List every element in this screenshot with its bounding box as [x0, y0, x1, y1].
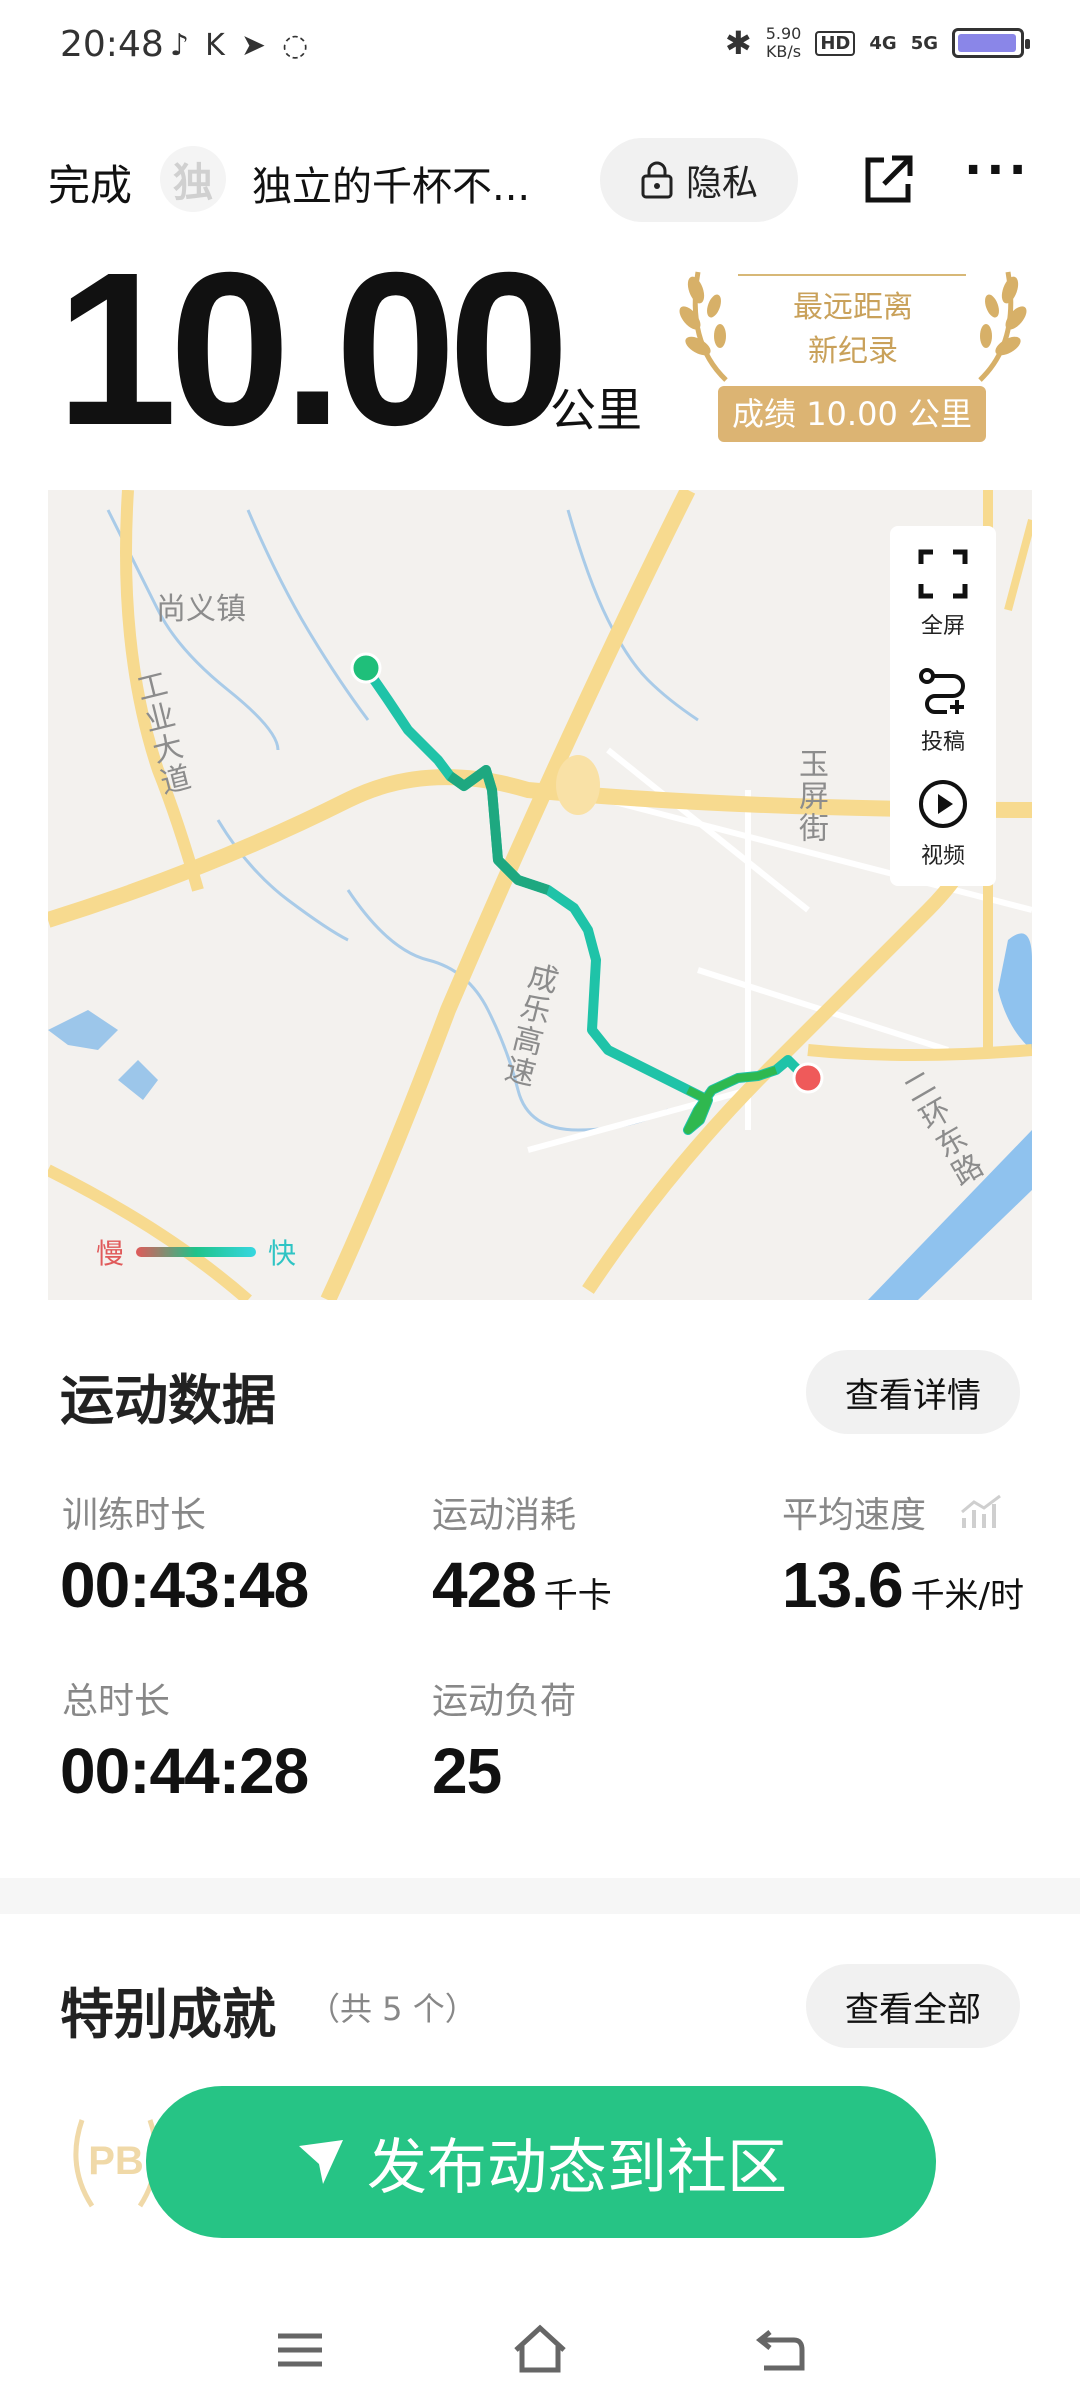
route-map[interactable]: 尚义镇 工业大道 玉屏街 成乐高速 二环东路 全屏 投稿 视频 慢 快: [48, 490, 1032, 1300]
stat-label-training-time: 训练时长: [62, 1495, 207, 1536]
video-button[interactable]: 视频: [890, 778, 996, 870]
status-right-icons: ✱ 5.90 KB/s HD 4G 5G: [724, 24, 1030, 62]
avatar[interactable]: 独: [160, 146, 226, 212]
stat-label-calories: 运动消耗: [432, 1495, 577, 1536]
k-app-icon: K: [205, 28, 225, 63]
publish-to-community-button[interactable]: 发布动态到社区: [146, 2086, 936, 2238]
publish-label: 发布动态到社区: [367, 2132, 787, 2203]
battery-icon: [952, 28, 1030, 58]
stat-value-total-time: 00:44:28: [60, 1735, 309, 1807]
stat-value-training-time: 00:43:48: [60, 1549, 309, 1621]
net-speed: 5.90 KB/s: [765, 24, 802, 61]
chart-trend-icon[interactable]: [960, 1494, 1002, 1530]
chat-icon: ◌: [281, 28, 309, 63]
view-details-button[interactable]: 查看详情: [806, 1350, 1020, 1434]
submit-button[interactable]: 投稿: [890, 664, 996, 756]
sport-data-title: 运动数据: [60, 1369, 276, 1432]
back-icon[interactable]: [750, 2320, 810, 2380]
system-nav-bar: [0, 2300, 1080, 2404]
menu-icon[interactable]: [270, 2320, 330, 2380]
map-label-street: 玉屏街: [793, 748, 828, 844]
app-notification-icon: ♪: [170, 28, 190, 63]
achievements-title: 特别成就: [60, 1983, 276, 2046]
map-label-town: 尚义镇: [156, 592, 246, 627]
lock-icon: [641, 161, 673, 199]
stat-label-avg-speed: 平均速度: [782, 1495, 927, 1536]
speed-legend: 慢 快: [96, 1232, 296, 1272]
fullscreen-button[interactable]: 全屏: [890, 548, 996, 640]
stat-label-total-time: 总时长: [62, 1681, 171, 1722]
username[interactable]: 独立的千杯不...: [252, 154, 552, 212]
status-bar: 20:48 ♪ K ➤ ◌ ✱ 5.90 KB/s HD 4G 5G: [0, 0, 1080, 96]
award-title: 最远距离 新纪录: [793, 290, 913, 369]
stat-value-load: 25: [432, 1735, 502, 1807]
route-start-marker: [350, 652, 382, 684]
privacy-label: 隐私: [685, 163, 758, 204]
stat-label-load: 运动负荷: [432, 1681, 577, 1722]
privacy-button[interactable]: 隐私: [600, 138, 798, 222]
legend-gradient-bar: [136, 1247, 257, 1257]
share-icon[interactable]: [860, 152, 916, 208]
stat-value-avg-speed: 13.6 千米/时: [782, 1549, 1025, 1621]
section-divider: [0, 1878, 1080, 1914]
record-award: 最远距离 新纪录 成绩 10.00 公里: [676, 256, 1030, 456]
map-tools-panel: 全屏 投稿 视频: [890, 526, 996, 886]
send-arrow-icon: [299, 2140, 343, 2184]
fullscreen-icon: [918, 549, 968, 599]
legend-slow: 慢: [96, 1237, 125, 1270]
home-icon[interactable]: [510, 2320, 570, 2380]
notification-icons: ♪ K ➤ ◌: [170, 28, 308, 63]
award-divider: [738, 274, 966, 276]
done-button[interactable]: 完成: [48, 152, 132, 213]
signal-4g-icon: 4G: [869, 32, 897, 54]
bluetooth-icon: ✱: [724, 24, 752, 62]
distance-value: 10.00: [56, 228, 570, 471]
more-icon[interactable]: ···: [964, 146, 1027, 210]
route-submit-icon: [919, 668, 965, 714]
send-icon: ➤: [240, 28, 266, 63]
play-icon: [919, 780, 967, 828]
top-bar: 完成 独 独立的千杯不... 隐私 ···: [0, 130, 1080, 230]
hd-icon: HD: [815, 30, 856, 56]
signal-5g-icon: 5G: [910, 32, 938, 54]
achievements-count: （共 5 个）: [308, 1990, 477, 2028]
status-time: 20:48: [60, 24, 164, 65]
route-end-marker: [792, 1062, 824, 1094]
svg-text:PB: PB: [88, 2139, 144, 2183]
award-score-badge: 成绩 10.00 公里: [718, 386, 986, 442]
legend-fast: 快: [268, 1237, 297, 1270]
distance-unit: 公里: [550, 383, 642, 437]
stat-value-calories: 428 千卡: [432, 1549, 612, 1621]
view-all-button[interactable]: 查看全部: [806, 1964, 1020, 2048]
